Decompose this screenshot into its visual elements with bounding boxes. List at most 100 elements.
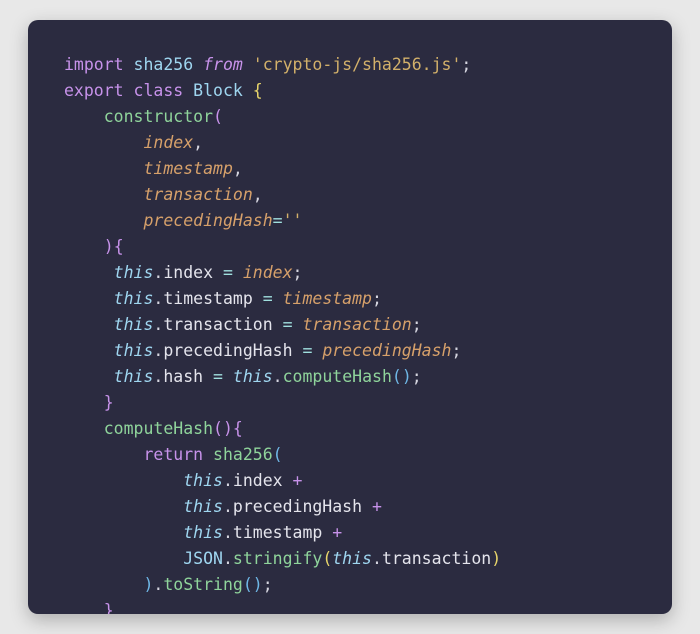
operator-plus: + [293,471,303,490]
dot: . [273,367,283,386]
dot: . [153,263,163,282]
keyword-this: this [114,315,154,334]
keyword-import: import [64,55,124,74]
method-constructor: constructor [104,107,213,126]
keyword-this: this [332,549,372,568]
dot: . [153,289,163,308]
code-line: this.index + [64,471,302,490]
operator-assign: = [273,211,283,230]
code-line: transaction, [64,185,263,204]
keyword-this: this [233,367,273,386]
brace-open: { [233,419,243,438]
method-toString: toString [163,575,242,594]
prop-transaction: transaction [382,549,491,568]
keyword-this: this [183,523,223,542]
prop-timestamp: timestamp [233,523,322,542]
code-line: this.hash = this.computeHash(); [64,367,422,386]
code-line: ){ [64,237,124,256]
semicolon: ; [372,289,382,308]
keyword-this: this [183,471,223,490]
method-stringify: stringify [233,549,322,568]
paren-open: ( [273,445,283,464]
code-line: this.precedingHash = precedingHash; [64,341,461,360]
comma: , [253,185,263,204]
code-line: JSON.stringify(this.transaction) [64,549,501,568]
operator-assign: = [213,367,223,386]
prop-timestamp: timestamp [163,289,252,308]
keyword-this: this [183,497,223,516]
paren-close: ) [104,237,114,256]
code-line: export class Block { [64,81,263,100]
code-line: computeHash(){ [64,419,243,438]
dot: . [372,549,382,568]
keyword-return: return [143,445,203,464]
code-block: import sha256 from 'crypto-js/sha256.js'… [64,52,672,614]
keyword-this: this [114,367,154,386]
operator-assign: = [263,289,273,308]
paren-close: ) [491,549,501,568]
brace-close: } [104,601,114,614]
param-index: index [143,133,193,152]
dot: . [223,549,233,568]
code-line: this.index = index; [64,263,302,282]
code-snippet-card: import sha256 from 'crypto-js/sha256.js'… [28,20,672,614]
dot: . [153,341,163,360]
string-module-path: 'crypto-js/sha256.js' [253,55,462,74]
keyword-export: export [64,81,124,100]
keyword-this: this [114,263,154,282]
prop-precedingHash: precedingHash [163,341,292,360]
string-empty: '' [283,211,303,230]
dot: . [153,575,163,594]
brace-open: { [253,81,263,100]
dot: . [153,315,163,334]
operator-assign: = [223,263,233,282]
parens: () [213,419,233,438]
code-line: this.precedingHash + [64,497,382,516]
semicolon: ; [293,263,303,282]
code-line: timestamp, [64,159,243,178]
comma: , [193,133,203,152]
prop-precedingHash: precedingHash [233,497,362,516]
code-line: precedingHash='' [64,211,302,230]
dot: . [223,523,233,542]
operator-plus: + [372,497,382,516]
dot: . [223,471,233,490]
param-transaction: transaction [143,185,252,204]
semicolon: ; [461,55,471,74]
rhs-transaction: transaction [302,315,411,334]
code-line: } [64,601,114,614]
method-computeHash: computeHash [104,419,213,438]
code-line: } [64,393,114,412]
call-computeHash: computeHash [283,367,392,386]
code-line: this.transaction = transaction; [64,315,422,334]
operator-assign: = [302,341,312,360]
keyword-this: this [114,289,154,308]
code-line: return sha256( [64,445,283,464]
paren-open: ( [213,107,223,126]
rhs-timestamp: timestamp [283,289,372,308]
code-line: this.timestamp + [64,523,342,542]
code-line: import sha256 from 'crypto-js/sha256.js'… [64,55,471,74]
code-line: constructor( [64,107,223,126]
prop-hash: hash [163,367,203,386]
operator-plus: + [332,523,342,542]
parens: () [392,367,412,386]
prop-transaction: transaction [163,315,272,334]
semicolon: ; [263,575,273,594]
operator-assign: = [283,315,293,334]
semicolon: ; [412,315,422,334]
call-sha256: sha256 [213,445,273,464]
identifier-sha256: sha256 [134,55,194,74]
code-line: ).toString(); [64,575,273,594]
semicolon: ; [412,367,422,386]
param-precedingHash: precedingHash [143,211,272,230]
brace-open: { [114,237,124,256]
paren-close: ) [143,575,153,594]
code-line: this.timestamp = timestamp; [64,289,382,308]
parens: () [243,575,263,594]
keyword-this: this [114,341,154,360]
prop-index: index [163,263,213,282]
class-name: Block [193,81,243,100]
keyword-class: class [134,81,184,100]
keyword-from: from [203,55,243,74]
